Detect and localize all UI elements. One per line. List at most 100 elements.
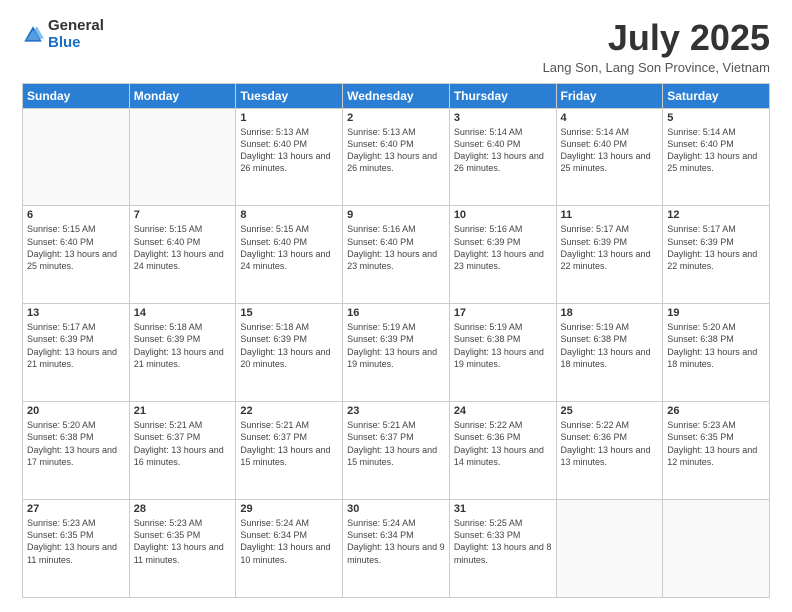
day-info: Sunrise: 5:19 AM Sunset: 6:38 PM Dayligh…: [454, 321, 552, 370]
day-info: Sunrise: 5:24 AM Sunset: 6:34 PM Dayligh…: [347, 517, 445, 566]
day-info: Sunrise: 5:21 AM Sunset: 6:37 PM Dayligh…: [347, 419, 445, 468]
calendar-cell: 13Sunrise: 5:17 AM Sunset: 6:39 PM Dayli…: [23, 304, 130, 402]
day-info: Sunrise: 5:21 AM Sunset: 6:37 PM Dayligh…: [134, 419, 232, 468]
calendar-cell: 29 Sunrise: 5:24 AM Sunset: 6:34 PM Dayli…: [236, 500, 343, 598]
day-number: 4: [561, 112, 659, 124]
day-number: 18: [561, 307, 659, 319]
day-info: Sunrise: 5:23 AM Sunset: 6:35 PM Dayligh…: [27, 517, 125, 566]
calendar-week-row: 1 Sunrise: 5:13 AM Sunset: 6:40 PM Daylig…: [23, 108, 770, 206]
day-info: Sunrise: 5:13 AM Sunset: 6:40 PM Dayligh…: [347, 126, 445, 175]
day-info: Sunrise: 5:15 AM Sunset: 6:40 PM Dayligh…: [134, 223, 232, 272]
calendar-cell: 12 Sunrise: 5:17 AM Sunset: 6:39 PM Dayli…: [663, 206, 770, 304]
day-info: Sunrise: 5:20 AM Sunset: 6:38 PM Dayligh…: [27, 419, 125, 468]
day-number: 27: [27, 503, 125, 515]
day-number: 29: [240, 503, 338, 515]
calendar-cell: [663, 500, 770, 598]
calendar-cell: 6 Sunrise: 5:15 AM Sunset: 6:40 PM Daylig…: [23, 206, 130, 304]
calendar-cell: 5 Sunrise: 5:14 AM Sunset: 6:40 PM Daylig…: [663, 108, 770, 206]
day-info: Sunrise: 5:15 AM Sunset: 6:40 PM Dayligh…: [240, 223, 338, 272]
calendar-cell: 8 Sunrise: 5:15 AM Sunset: 6:40 PM Daylig…: [236, 206, 343, 304]
calendar-cell: 19Sunrise: 5:20 AM Sunset: 6:38 PM Dayli…: [663, 304, 770, 402]
day-number: 20: [27, 405, 125, 417]
day-number: 31: [454, 503, 552, 515]
calendar-cell: 4 Sunrise: 5:14 AM Sunset: 6:40 PM Daylig…: [556, 108, 663, 206]
calendar-cell: 31 Sunrise: 5:25 AM Sunset: 6:33 PM Dayli…: [449, 500, 556, 598]
logo-icon: [22, 24, 44, 46]
day-number: 12: [667, 209, 765, 221]
day-number: 19: [667, 307, 765, 319]
calendar-cell: 24 Sunrise: 5:22 AM Sunset: 6:36 PM Dayli…: [449, 402, 556, 500]
calendar-cell: 20 Sunrise: 5:20 AM Sunset: 6:38 PM Dayli…: [23, 402, 130, 500]
day-number: 1: [240, 112, 338, 124]
logo-blue: Blue: [48, 35, 104, 52]
day-number: 24: [454, 405, 552, 417]
day-number: 8: [240, 209, 338, 221]
calendar-cell: [23, 108, 130, 206]
calendar-cell: 10 Sunrise: 5:16 AM Sunset: 6:39 PM Dayli…: [449, 206, 556, 304]
day-info: Sunrise: 5:22 AM Sunset: 6:36 PM Dayligh…: [561, 419, 659, 468]
calendar-cell: [129, 108, 236, 206]
day-number: 28: [134, 503, 232, 515]
day-number: 23: [347, 405, 445, 417]
day-info: Sunrise: 5:22 AM Sunset: 6:36 PM Dayligh…: [454, 419, 552, 468]
calendar-day-header: Thursday: [449, 83, 556, 108]
day-number: 22: [240, 405, 338, 417]
day-number: 15: [240, 307, 338, 319]
day-info: Sunrise: 5:14 AM Sunset: 6:40 PM Dayligh…: [667, 126, 765, 175]
calendar-cell: 16Sunrise: 5:19 AM Sunset: 6:39 PM Dayli…: [343, 304, 450, 402]
day-number: 11: [561, 209, 659, 221]
day-info: Sunrise: 5:16 AM Sunset: 6:39 PM Dayligh…: [454, 223, 552, 272]
calendar-cell: 2Sunrise: 5:13 AM Sunset: 6:40 PM Daylig…: [343, 108, 450, 206]
day-info: Sunrise: 5:13 AM Sunset: 6:40 PM Dayligh…: [240, 126, 338, 175]
day-info: Sunrise: 5:17 AM Sunset: 6:39 PM Dayligh…: [667, 223, 765, 272]
subtitle: Lang Son, Lang Son Province, Vietnam: [543, 60, 770, 75]
calendar-header-row: SundayMondayTuesdayWednesdayThursdayFrid…: [23, 83, 770, 108]
day-info: Sunrise: 5:18 AM Sunset: 6:39 PM Dayligh…: [240, 321, 338, 370]
day-number: 14: [134, 307, 232, 319]
calendar-cell: 27 Sunrise: 5:23 AM Sunset: 6:35 PM Dayli…: [23, 500, 130, 598]
page: General Blue July 2025 Lang Son, Lang So…: [0, 0, 792, 612]
calendar-day-header: Tuesday: [236, 83, 343, 108]
calendar-day-header: Monday: [129, 83, 236, 108]
day-number: 7: [134, 209, 232, 221]
day-info: Sunrise: 5:21 AM Sunset: 6:37 PM Dayligh…: [240, 419, 338, 468]
calendar-cell: 17 Sunrise: 5:19 AM Sunset: 6:38 PM Dayli…: [449, 304, 556, 402]
calendar-cell: [556, 500, 663, 598]
logo-general: General: [48, 18, 104, 35]
day-number: 21: [134, 405, 232, 417]
day-number: 13: [27, 307, 125, 319]
day-info: Sunrise: 5:14 AM Sunset: 6:40 PM Dayligh…: [561, 126, 659, 175]
day-info: Sunrise: 5:15 AM Sunset: 6:40 PM Dayligh…: [27, 223, 125, 272]
day-number: 6: [27, 209, 125, 221]
day-number: 5: [667, 112, 765, 124]
day-info: Sunrise: 5:24 AM Sunset: 6:34 PM Dayligh…: [240, 517, 338, 566]
day-number: 30: [347, 503, 445, 515]
day-info: Sunrise: 5:25 AM Sunset: 6:33 PM Dayligh…: [454, 517, 552, 566]
day-number: 10: [454, 209, 552, 221]
calendar-cell: 26 Sunrise: 5:23 AM Sunset: 6:35 PM Dayli…: [663, 402, 770, 500]
day-number: 9: [347, 209, 445, 221]
calendar-cell: 14 Sunrise: 5:18 AM Sunset: 6:39 PM Dayli…: [129, 304, 236, 402]
calendar-cell: 9 Sunrise: 5:16 AM Sunset: 6:40 PM Daylig…: [343, 206, 450, 304]
day-info: Sunrise: 5:23 AM Sunset: 6:35 PM Dayligh…: [667, 419, 765, 468]
day-number: 26: [667, 405, 765, 417]
calendar-cell: 18Sunrise: 5:19 AM Sunset: 6:38 PM Dayli…: [556, 304, 663, 402]
logo: General Blue: [22, 18, 104, 51]
calendar-cell: 22 Sunrise: 5:21 AM Sunset: 6:37 PM Dayli…: [236, 402, 343, 500]
calendar-day-header: Wednesday: [343, 83, 450, 108]
calendar-cell: 15 Sunrise: 5:18 AM Sunset: 6:39 PM Dayli…: [236, 304, 343, 402]
calendar-cell: 30 Sunrise: 5:24 AM Sunset: 6:34 PM Dayli…: [343, 500, 450, 598]
day-number: 17: [454, 307, 552, 319]
calendar-cell: 1 Sunrise: 5:13 AM Sunset: 6:40 PM Daylig…: [236, 108, 343, 206]
day-info: Sunrise: 5:23 AM Sunset: 6:35 PM Dayligh…: [134, 517, 232, 566]
calendar-day-header: Saturday: [663, 83, 770, 108]
calendar-cell: 28 Sunrise: 5:23 AM Sunset: 6:35 PM Dayli…: [129, 500, 236, 598]
day-info: Sunrise: 5:18 AM Sunset: 6:39 PM Dayligh…: [134, 321, 232, 370]
day-info: Sunrise: 5:17 AM Sunset: 6:39 PM Dayligh…: [561, 223, 659, 272]
day-info: Sunrise: 5:14 AM Sunset: 6:40 PM Dayligh…: [454, 126, 552, 175]
header: General Blue July 2025 Lang Son, Lang So…: [22, 18, 770, 75]
day-info: Sunrise: 5:16 AM Sunset: 6:40 PM Dayligh…: [347, 223, 445, 272]
day-number: 3: [454, 112, 552, 124]
calendar-cell: 23 Sunrise: 5:21 AM Sunset: 6:37 PM Dayli…: [343, 402, 450, 500]
calendar-cell: 3 Sunrise: 5:14 AM Sunset: 6:40 PM Daylig…: [449, 108, 556, 206]
